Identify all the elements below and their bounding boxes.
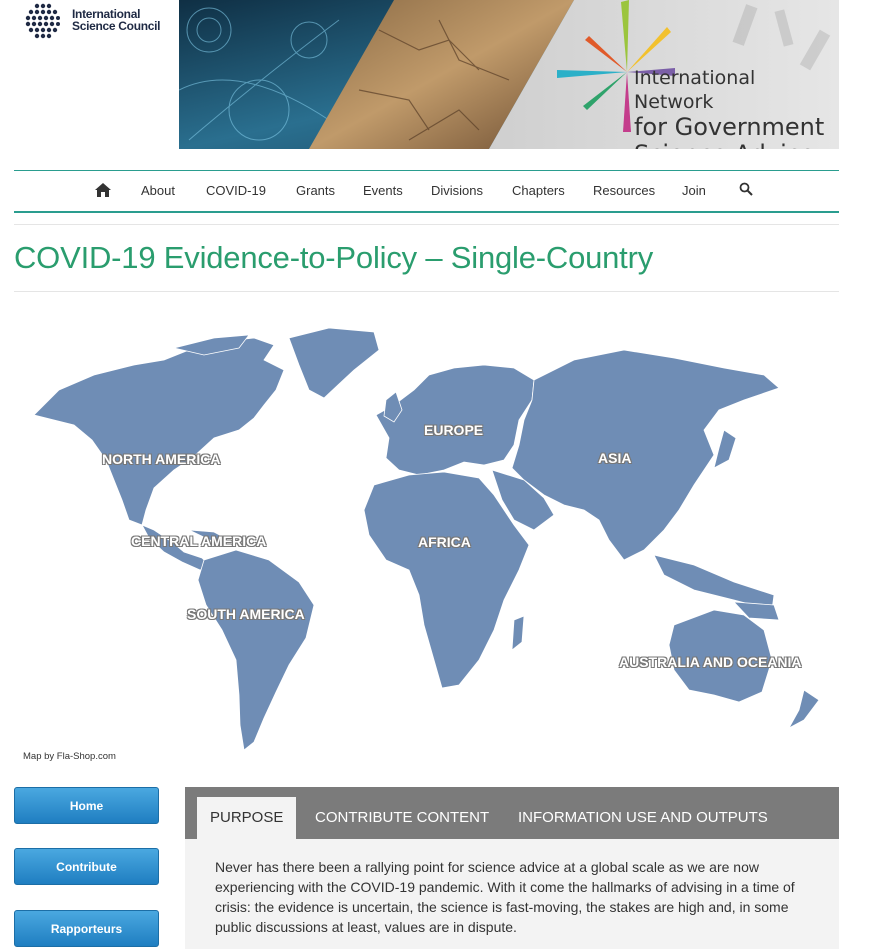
nav-item-join[interactable]: Join [682, 183, 706, 198]
ingsa-title-line1: International Network [634, 67, 756, 113]
region-greenland-shape[interactable] [288, 327, 380, 399]
isc-logo[interactable]: International Science Council [24, 3, 174, 39]
nav-item-resources[interactable]: Resources [593, 183, 655, 198]
region-asia-shape[interactable] [511, 349, 780, 561]
region-label-africa[interactable]: AFRICA [418, 534, 471, 550]
map-credit[interactable]: Map by Fla-Shop.com [23, 751, 116, 762]
nav-item-divisions[interactable]: Divisions [431, 183, 483, 198]
region-label-asia[interactable]: ASIA [598, 450, 631, 466]
region-label-south-america[interactable]: SOUTH AMERICA [187, 606, 305, 622]
divider [14, 291, 839, 292]
rapporteurs-button[interactable]: Rapporteurs [14, 910, 159, 947]
main-nav: About COVID-19 Grants Events Divisions C… [14, 170, 839, 213]
isc-name-line2: Science Council [72, 19, 161, 33]
ingsa-title-line2: for Government [634, 113, 825, 141]
region-north-america-shape[interactable] [33, 337, 285, 526]
ingsa-title: International Network for Government Sci… [634, 66, 839, 149]
contribute-button[interactable]: Contribute [14, 848, 159, 885]
nav-item-grants[interactable]: Grants [296, 183, 335, 198]
divider [14, 224, 839, 225]
tab-content-text: Never has there been a rallying point fo… [215, 859, 795, 935]
region-label-europe[interactable]: EUROPE [424, 422, 483, 438]
world-map: NORTH AMERICA EUROPE ASIA CENTRAL AMERIC… [14, 320, 844, 760]
region-madagascar-shape[interactable] [511, 615, 525, 651]
region-japan-shape[interactable] [713, 429, 737, 469]
home-button[interactable]: Home [14, 787, 159, 824]
isc-dots-icon [25, 3, 60, 39]
nav-item-covid19[interactable]: COVID-19 [206, 183, 266, 198]
region-label-north-america[interactable]: NORTH AMERICA [102, 451, 220, 467]
main-nav-inner: About COVID-19 Grants Events Divisions C… [14, 171, 839, 211]
ingsa-title-line3: Science Advice [634, 141, 839, 150]
tabs-bar: PURPOSE CONTRIBUTE CONTENT INFORMATION U… [185, 787, 839, 839]
nav-item-chapters[interactable]: Chapters [512, 183, 565, 198]
region-southeast-asia-islands-shape[interactable] [653, 554, 775, 611]
region-europe-shape[interactable] [375, 364, 535, 476]
region-label-central-america[interactable]: CENTRAL AMERICA [131, 533, 266, 549]
home-icon[interactable] [94, 182, 112, 198]
page-title: COVID-19 Evidence-to-Policy – Single-Cou… [14, 240, 654, 275]
tab-contribute-content[interactable]: CONTRIBUTE CONTENT [315, 797, 489, 839]
nav-item-events[interactable]: Events [363, 183, 403, 198]
region-label-australia-oceania[interactable]: AUSTRALIA AND OCEANIA [619, 654, 802, 670]
isc-name: International Science Council [72, 8, 161, 33]
ingsa-banner[interactable]: International Network for Government Sci… [179, 0, 839, 149]
region-new-zealand-shape[interactable] [787, 689, 820, 729]
tab-information-use-outputs[interactable]: INFORMATION USE AND OUTPUTS [518, 797, 768, 839]
search-icon[interactable] [739, 182, 753, 196]
tab-purpose[interactable]: PURPOSE [197, 797, 297, 839]
nav-item-about[interactable]: About [141, 183, 175, 198]
region-south-america-shape[interactable] [197, 549, 315, 751]
tab-panel: Never has there been a rallying point fo… [185, 839, 839, 949]
